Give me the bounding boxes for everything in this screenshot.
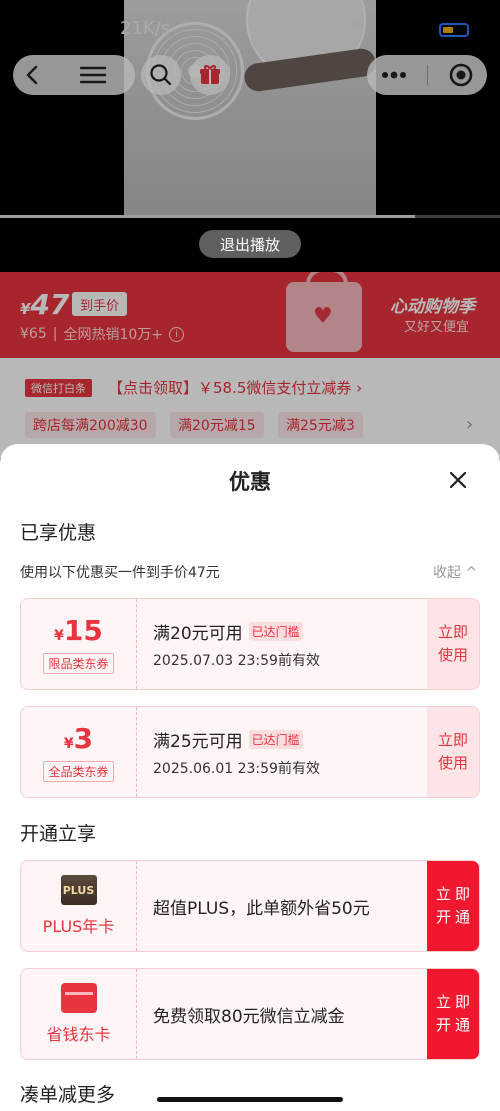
threshold-badge: 已达门槛: [248, 729, 303, 749]
coupon-condition: 满25元可用 已达门槛: [153, 727, 320, 752]
sheet-title: 优惠: [229, 470, 271, 494]
dim-overlay[interactable]: [0, 272, 500, 472]
discount-sheet: 优惠 已享优惠 使用以下优惠买一件到手价47元 收起 ^ ¥15 限品类东券 满…: [0, 444, 500, 1111]
membership-brand: 省钱东卡: [21, 969, 137, 1059]
coupon-card: ¥3 全品类东券 满25元可用 已达门槛 2025.06.01 23:59前有效 …: [20, 706, 480, 798]
home-indicator[interactable]: [157, 1097, 343, 1102]
close-icon: [449, 471, 467, 489]
membership-benefit: 免费领取80元微信立减金: [153, 1006, 345, 1027]
membership-card: PLUS PLUS年卡 超值PLUS，此单额外省50元 立即开通: [20, 860, 480, 952]
bank-card-icon: [60, 983, 97, 1013]
exit-playback-button[interactable]: 退出播放: [199, 230, 301, 258]
coupon-info: 满20元可用 已达门槛 2025.07.03 23:59前有效: [153, 599, 320, 689]
coupon-condition: 满20元可用 已达门槛: [153, 619, 320, 644]
plus-icon: PLUS: [60, 875, 97, 905]
coupon-validity: 2025.07.03 23:59前有效: [153, 652, 320, 669]
threshold-badge: 已达门槛: [248, 621, 303, 641]
coupon-amount: ¥3: [63, 722, 94, 755]
enjoyed-section-title: 已享优惠: [20, 522, 97, 544]
coupon-category: 限品类东券: [43, 653, 114, 674]
open-section-title: 开通立享: [20, 823, 97, 845]
membership-benefit: 超值PLUS，此单额外省50元: [153, 898, 370, 919]
coupon-amount: ¥15: [54, 614, 103, 647]
use-now-button[interactable]: 立即使用: [427, 707, 479, 797]
coupon-info: 满25元可用 已达门槛 2025.06.01 23:59前有效: [153, 707, 320, 797]
more-section-title: 凑单减更多: [20, 1084, 116, 1106]
membership-name: PLUS年卡: [42, 917, 115, 936]
coupon-category: 全品类东券: [43, 761, 114, 782]
open-now-button[interactable]: 立即开通: [427, 861, 479, 951]
coupon-card: ¥15 限品类东券 满20元可用 已达门槛 2025.07.03 23:59前有效…: [20, 598, 480, 690]
membership-name: 省钱东卡: [46, 1025, 111, 1044]
coupon-validity: 2025.06.01 23:59前有效: [153, 760, 320, 777]
membership-card: 省钱东卡 免费领取80元微信立减金 立即开通: [20, 968, 480, 1060]
open-now-button[interactable]: 立即开通: [427, 969, 479, 1059]
coupon-value: ¥3 全品类东券: [21, 707, 137, 797]
use-now-button[interactable]: 立即使用: [427, 599, 479, 689]
collapse-toggle[interactable]: 收起 ^: [433, 562, 477, 582]
coupon-value: ¥15 限品类东券: [21, 599, 137, 689]
enjoyed-description: 使用以下优惠买一件到手价47元: [20, 565, 220, 581]
close-button[interactable]: [446, 468, 470, 492]
membership-brand: PLUS PLUS年卡: [21, 861, 137, 951]
